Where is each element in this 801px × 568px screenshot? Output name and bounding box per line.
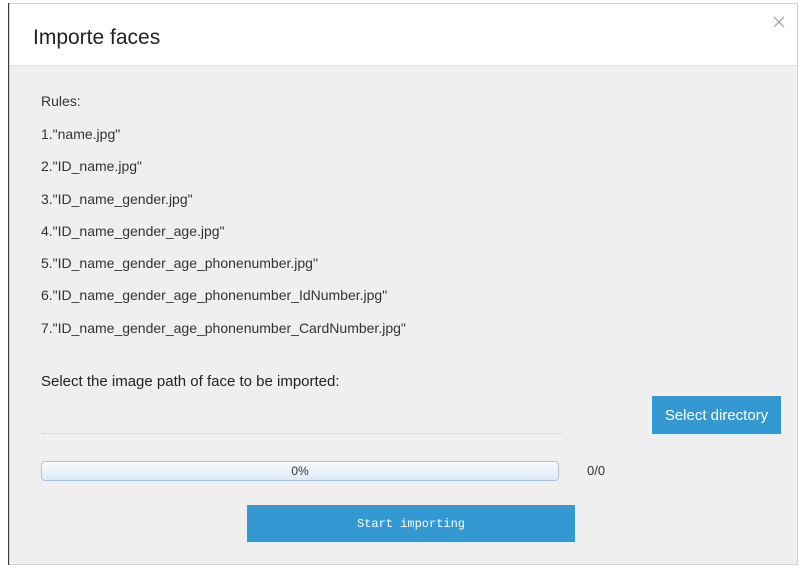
progress-count: 0/0 [587,463,606,478]
rule-item: 6."ID_name_gender_age_phonenumber_IdNumb… [41,287,388,304]
rule-item: 5."ID_name_gender_age_phonenumber.jpg" [41,255,318,272]
select-path-label: Select the image path of face to be impo… [41,373,340,390]
rules-list: 1."name.jpg" 2."ID_name.jpg" 3."ID_name_… [41,125,406,351]
rule-item: 2."ID_name.jpg" [41,158,142,175]
import-faces-dialog: Importe faces Rules: 1."name.jpg" 2."ID_… [9,3,798,565]
import-progress-bar: 0% [41,461,559,481]
select-directory-button[interactable]: Select directory [652,396,781,434]
image-path-field[interactable] [41,433,562,434]
rule-item: 4."ID_name_gender_age.jpg" [41,222,225,239]
start-importing-button[interactable]: Start importing [247,505,575,542]
dialog-header: Importe faces [10,4,797,66]
close-icon[interactable] [770,13,788,31]
rules-heading: Rules: [41,93,81,109]
progress-percent: 0% [291,464,309,478]
rule-item: 7."ID_name_gender_age_phonenumber_CardNu… [41,319,406,336]
dialog-title: Importe faces [33,26,161,49]
rule-item: 1."name.jpg" [41,126,121,142]
rule-item: 3."ID_name_gender.jpg" [41,190,193,207]
